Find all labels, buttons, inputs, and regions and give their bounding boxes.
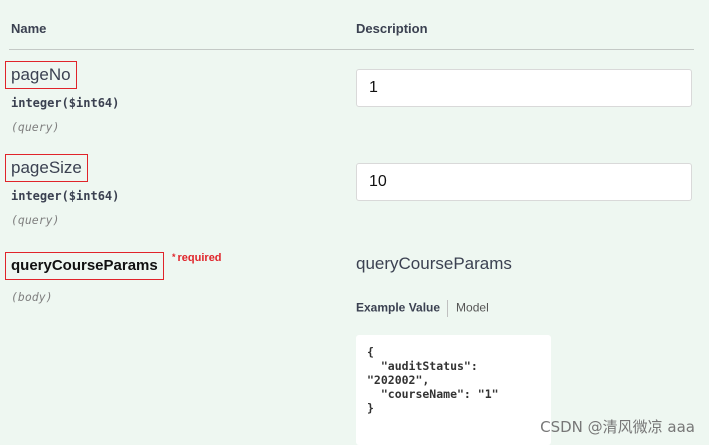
- param-in-querycourseparams: (body): [11, 290, 53, 304]
- header-divider: [9, 49, 694, 50]
- tab-example-value[interactable]: Example Value: [356, 301, 440, 315]
- tab-model[interactable]: Model: [456, 301, 489, 315]
- required-star: *: [172, 252, 176, 262]
- param-name-pageno: pageNo: [5, 61, 77, 89]
- param-in-pageno: (query): [11, 120, 60, 134]
- param-in-pagesize: (query): [11, 213, 60, 227]
- column-header-description: Description: [356, 21, 428, 36]
- column-header-name: Name: [11, 21, 47, 36]
- param-name-querycourseparams: queryCourseParams: [5, 252, 164, 280]
- param-name-pagesize: pageSize: [5, 154, 88, 182]
- pagesize-input[interactable]: [356, 163, 692, 201]
- parameters-panel: Name Description pageNo integer($int64) …: [0, 0, 709, 445]
- example-json: { "auditStatus": "202002", "courseName":…: [367, 345, 499, 415]
- param-type-pagesize: integer($int64): [11, 189, 120, 203]
- example-value-box[interactable]: { "auditStatus": "202002", "courseName":…: [356, 335, 551, 445]
- tab-separator: [447, 300, 449, 317]
- body-schema-title: queryCourseParams: [356, 254, 512, 273]
- watermark: CSDN @清风微凉 aaa: [540, 418, 695, 436]
- example-model-tabs: Example Value Model: [356, 300, 489, 317]
- param-type-pageno: integer($int64): [11, 96, 120, 110]
- pageno-input[interactable]: [356, 69, 692, 107]
- required-badge: * required: [172, 252, 222, 264]
- required-label: required: [177, 252, 222, 264]
